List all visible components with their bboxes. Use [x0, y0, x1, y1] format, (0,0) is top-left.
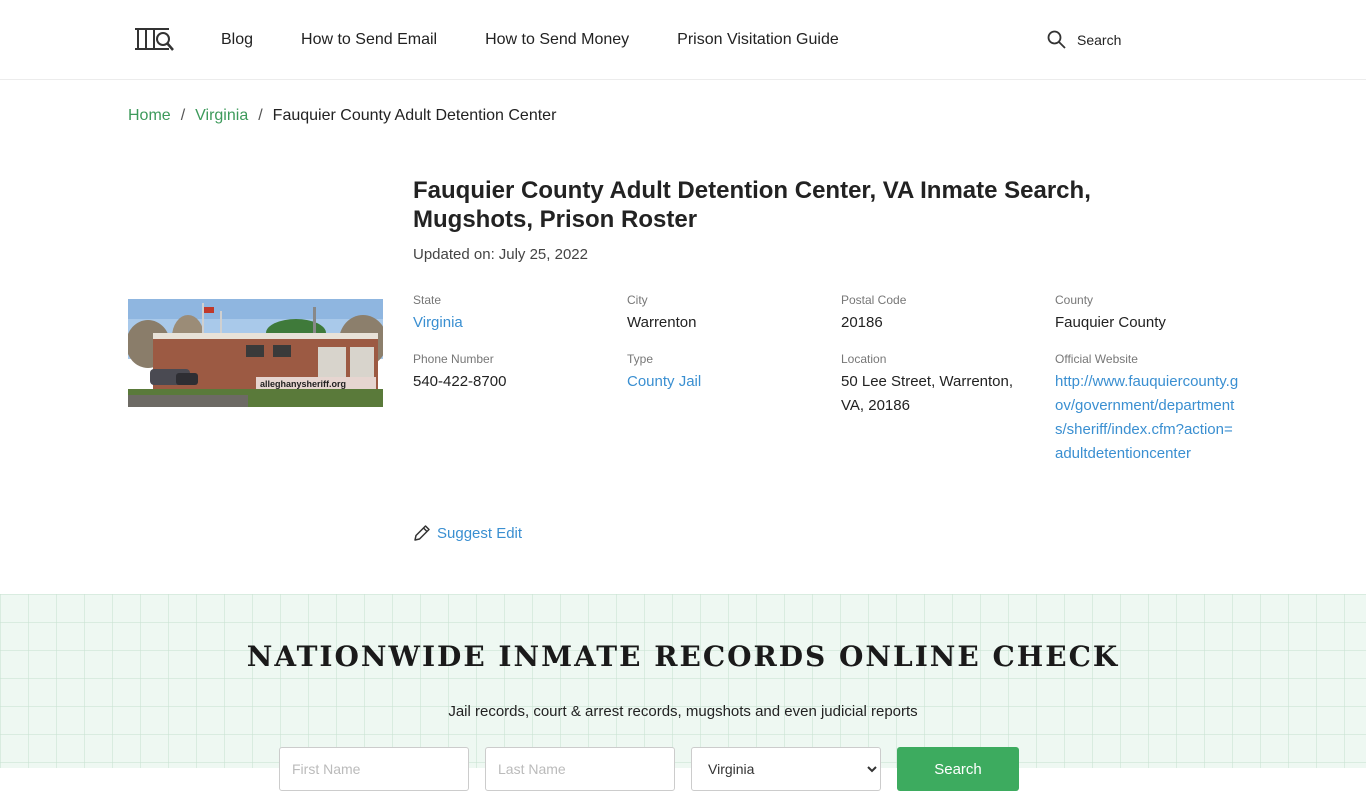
field-label: City — [627, 293, 648, 307]
field-state: State Virginia — [413, 292, 603, 335]
breadcrumb-separator: / — [258, 107, 263, 124]
field-website: Official Website http://www.fauquiercoun… — [1055, 351, 1245, 466]
field-value: Warrenton — [627, 314, 697, 331]
breadcrumb-separator: / — [180, 107, 186, 124]
updated-label: Updated on: — [413, 246, 495, 263]
field-label: Official Website — [1055, 352, 1138, 366]
prison-logo-icon — [135, 28, 174, 51]
field-value: 20186 — [841, 314, 883, 331]
search-button[interactable]: Search — [1047, 30, 1121, 49]
site-header: Blog How to Send Email How to Send Money… — [0, 0, 1366, 80]
field-phone: Phone Number 540-422-8700 — [413, 351, 603, 394]
nav-link-blog[interactable]: Blog — [221, 31, 253, 49]
official-website-link[interactable]: http://www.fauquiercounty.gov/government… — [1055, 370, 1241, 466]
field-city: City Warrenton — [627, 292, 817, 335]
search-icon — [1047, 30, 1066, 49]
state-select[interactable]: Virginia — [691, 747, 881, 791]
site-logo[interactable] — [134, 24, 176, 56]
nav-link-send-email[interactable]: How to Send Email — [301, 31, 437, 49]
search-label: Search — [1077, 31, 1122, 48]
field-type: Type County Jail — [627, 351, 817, 394]
breadcrumb: Home / Virginia / Fauquier County Adult … — [128, 107, 556, 125]
field-label: State — [413, 293, 442, 307]
breadcrumb-current: Fauquier County Adult Detention Center — [272, 107, 557, 124]
updated-value: July 25, 2022 — [498, 246, 588, 263]
facility-photo: alleghanysheriff.org — [128, 299, 383, 407]
field-label: County — [1055, 293, 1094, 307]
suggest-edit-button[interactable]: Suggest Edit — [413, 524, 522, 542]
field-value: 50 Lee Street, Warrenton, VA, 20186 — [841, 373, 1014, 414]
field-label: Postal Code — [841, 293, 907, 307]
main-nav: Blog How to Send Email How to Send Money… — [221, 0, 887, 80]
field-label: Type — [627, 352, 654, 366]
last-name-input[interactable] — [485, 747, 675, 791]
nav-link-visitation-guide[interactable]: Prison Visitation Guide — [677, 31, 839, 49]
records-search-section: NATIONWIDE INMATE RECORDS ONLINE CHECK J… — [0, 594, 1366, 791]
records-search-button[interactable]: Search — [897, 747, 1019, 791]
suggest-edit-label: Suggest Edit — [437, 524, 523, 542]
field-postal-code: Postal Code 20186 — [841, 292, 1031, 335]
records-search-form: Virginia Search — [279, 747, 1019, 791]
nav-link-send-money[interactable]: How to Send Money — [485, 31, 629, 49]
page-title: Fauquier County Adult Detention Center, … — [413, 177, 1091, 233]
breadcrumb-state[interactable]: Virginia — [195, 107, 248, 125]
field-label: Location — [841, 352, 887, 366]
pencil-icon — [414, 525, 430, 541]
updated-date: Updated on: July 25, 2022 — [413, 246, 588, 263]
field-county: County Fauquier County — [1055, 292, 1245, 335]
field-value: Fauquier County — [1055, 314, 1166, 331]
records-subtitle: Jail records, court & arrest records, mu… — [448, 703, 918, 720]
first-name-input[interactable] — [279, 747, 469, 791]
state-link[interactable]: Virginia — [413, 311, 603, 335]
type-link[interactable]: County Jail — [627, 370, 817, 394]
field-location: Location 50 Lee Street, Warrenton, VA, 2… — [841, 351, 1031, 418]
records-title: NATIONWIDE INMATE RECORDS ONLINE CHECK — [246, 640, 1120, 673]
breadcrumb-home[interactable]: Home — [128, 107, 171, 125]
field-value: 540-422-8700 — [413, 373, 507, 390]
field-label: Phone Number — [413, 352, 494, 366]
photo-watermark: alleghanysheriff.org — [260, 379, 346, 389]
